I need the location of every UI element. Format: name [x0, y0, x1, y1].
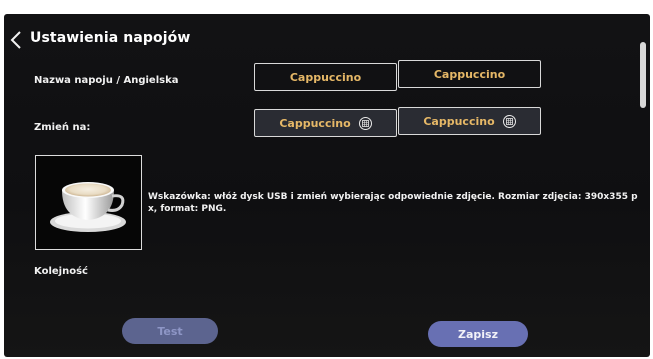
keyboard-icon — [505, 117, 513, 125]
drink-settings-screen: Ustawienia napojów Nazwa napoju / Angiel… — [4, 14, 650, 357]
drink-name-pl-field[interactable]: Cappuccino — [254, 63, 397, 91]
back-button[interactable] — [7, 30, 25, 50]
test-button[interactable]: Test — [122, 318, 218, 344]
image-hint-text: Wskazówka: włóż dysk USB i zmień wybiera… — [148, 192, 638, 214]
change-name-pl-value: Cappuccino — [279, 116, 351, 130]
keyboard-icon[interactable] — [502, 114, 516, 128]
cappuccino-cup-icon — [49, 181, 126, 232]
chevron-left-icon — [10, 31, 21, 49]
drink-name-label: Nazwa napoju / Angielska — [34, 75, 179, 86]
save-button[interactable]: Zapisz — [428, 321, 528, 347]
order-label: Kolejność — [34, 266, 88, 277]
scrollbar[interactable] — [640, 42, 646, 108]
drink-name-en-field[interactable]: Cappuccino — [398, 60, 541, 88]
keyboard-icon[interactable] — [358, 116, 372, 130]
change-name-en-input[interactable]: Cappuccino — [398, 107, 541, 135]
change-name-pl-input[interactable]: Cappuccino — [254, 109, 397, 137]
change-name-en-value: Cappuccino — [423, 114, 495, 128]
page-title: Ustawienia napojów — [30, 30, 191, 46]
change-to-label: Zmień na: — [34, 122, 91, 133]
header: Ustawienia napojów — [4, 26, 650, 52]
drink-name-en-value: Cappuccino — [433, 67, 506, 81]
drink-image-button[interactable] — [35, 155, 142, 250]
drink-name-pl-value: Cappuccino — [289, 70, 362, 84]
keyboard-icon — [361, 119, 369, 127]
